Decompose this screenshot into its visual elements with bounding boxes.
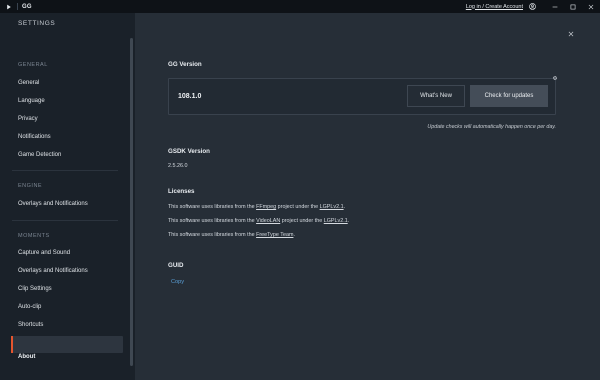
minimize-icon [552,6,558,7]
sidebar-item-notifications[interactable]: Notifications [18,134,51,140]
copy-guid-button[interactable]: Copy [171,279,184,285]
freetype-link[interactable]: FreeType Team [256,232,293,238]
lgpl-link[interactable]: LGPLv2.1 [320,204,344,210]
sidebar-item-auto-clip[interactable]: Auto-clip [18,304,41,310]
group-label-general: GENERAL [18,62,48,68]
license-text: . [347,218,350,224]
license-text: This software uses libraries from the [168,204,257,210]
title-bar: GG Log in / Create Account [0,0,600,13]
ffmpeg-link[interactable]: FFmpeg [256,204,276,210]
gsdk-version-title: GSDK Version [168,148,210,155]
maximize-icon [570,4,576,9]
gear-icon[interactable] [551,74,558,81]
close-icon [568,31,573,36]
active-indicator [11,336,13,353]
sidebar-item-shortcuts[interactable]: Shortcuts [18,322,43,328]
licenses-title: Licenses [168,188,195,195]
sidebar-item-moments-overlays[interactable]: Overlays and Notifications [18,268,88,274]
sidebar-item-privacy[interactable]: Privacy [18,116,38,122]
check-for-updates-button[interactable]: Check for updates [470,85,548,107]
sidebar-item-clip-settings[interactable]: Clip Settings [18,286,52,292]
license-text: This software uses libraries from the [168,232,257,238]
sidebar-item-engine-overlays[interactable]: Overlays and Notifications [18,201,88,207]
minimize-button[interactable] [546,0,564,13]
guid-title: GUID [168,262,184,269]
license-text: project under the [280,218,324,224]
title-separator [17,3,18,10]
update-note: Update checks will automatically happen … [427,124,556,130]
app-title: GG [22,3,32,10]
window-close-button[interactable] [582,0,600,13]
sidebar-scrollbar[interactable] [130,38,133,366]
settings-heading: SETTINGS [18,20,56,27]
sidebar-item-about[interactable] [11,336,123,353]
sidebar-item-about-label: About [18,354,36,360]
sidebar-item-general[interactable]: General [18,80,39,86]
lgpl-link[interactable]: LGPLv2.1 [324,218,348,224]
license-text: project under the [276,204,320,210]
license-line: This software uses libraries from the Fr… [168,232,295,238]
user-account-icon[interactable] [529,3,536,10]
group-label-moments: MOMENTS [18,233,50,239]
sidebar-divider [12,220,118,221]
license-text: This software uses libraries from the [168,218,257,224]
login-create-account-link[interactable]: Log in / Create Account [466,4,523,10]
close-settings-button[interactable] [566,29,575,38]
sidebar-item-capture-and-sound[interactable]: Capture and Sound [18,250,70,256]
license-line: This software uses libraries from the FF… [168,204,345,210]
window-close-icon [588,4,594,9]
sidebar-item-game-detection[interactable]: Game Detection [18,152,61,158]
sidebar-item-language[interactable]: Language [18,98,45,104]
gsdk-version-value: 2.5.26.0 [168,163,188,169]
gg-version-value: 108.1.0 [178,93,202,100]
license-line: This software uses libraries from the Vi… [168,218,349,224]
app-logo-icon [6,4,12,10]
license-text: . [293,232,295,238]
group-label-engine: ENGINE [18,183,43,189]
sidebar-divider [12,170,118,171]
license-text: . [343,204,346,210]
whats-new-button[interactable]: What's New [407,85,465,107]
maximize-button[interactable] [564,0,582,13]
videolan-link[interactable]: VideoLAN [256,218,280,224]
about-panel [135,13,600,380]
gg-version-title: GG Version [168,61,202,68]
